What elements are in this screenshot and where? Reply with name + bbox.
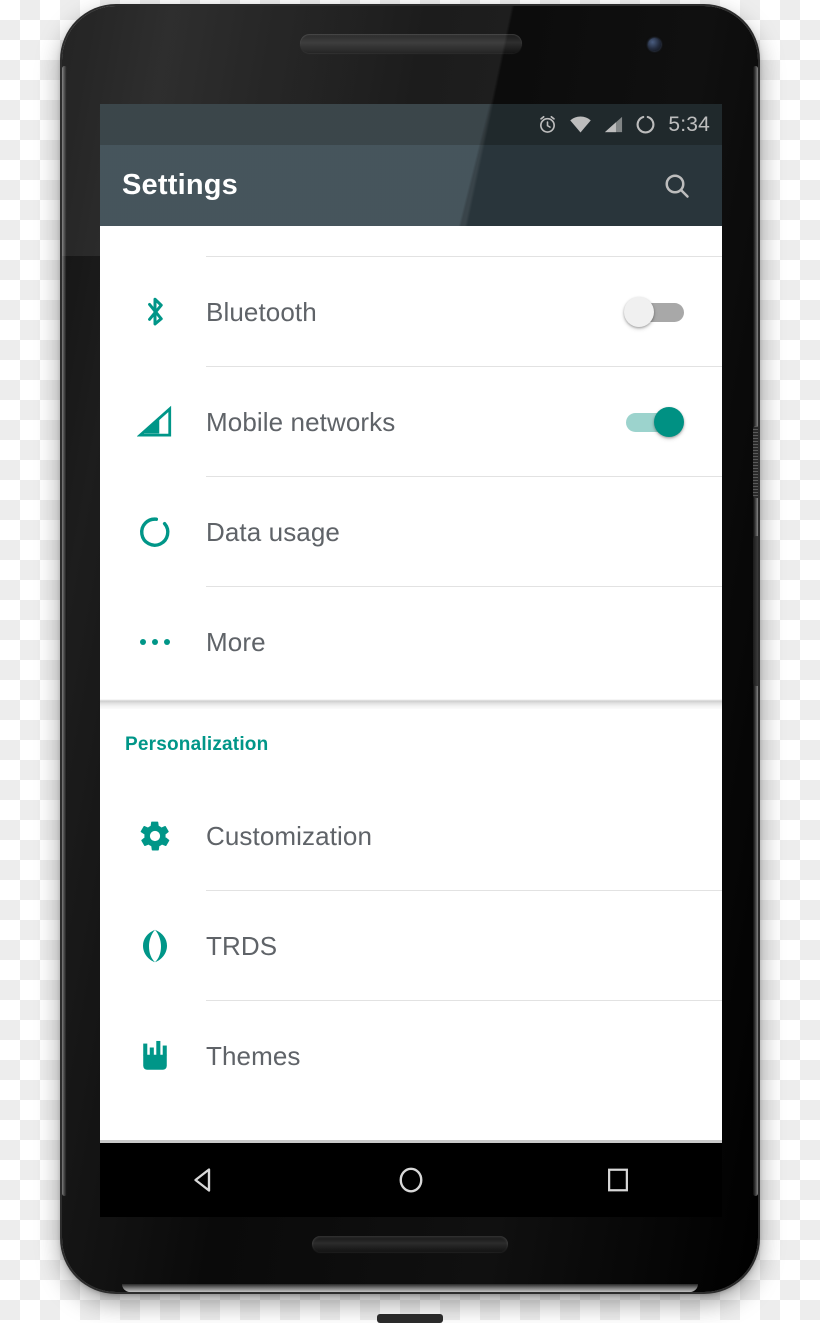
settings-list[interactable]: Wi-Fi Bluetooth [100,226,722,1143]
phone-device-frame: 5:34 Settings Wi-Fi [62,6,758,1292]
status-bar-clock: 5:34 [668,112,710,136]
cellular-signal-icon [124,405,186,439]
list-item-label: Themes [206,1040,301,1071]
bluetooth-icon [124,293,186,331]
list-item-label: TRDS [206,930,278,961]
list-item-wifi[interactable]: Wi-Fi [100,226,722,257]
search-icon[interactable] [654,163,700,209]
list-item-trds[interactable]: TRDS [100,891,722,1001]
section-header-label: Personalization [125,734,269,755]
list-item-data-usage[interactable]: Data usage [100,477,722,587]
list-item-label: Data usage [206,516,340,547]
mobile-networks-toggle[interactable] [624,407,686,437]
gear-icon [124,819,186,853]
device-bottom-edge [122,1284,698,1292]
data-usage-icon [124,515,186,549]
alarm-icon [537,114,558,135]
cellular-signal-icon [603,115,624,134]
bluetooth-toggle[interactable] [624,297,686,327]
android-navigation-bar [100,1140,722,1217]
wifi-icon [569,115,592,134]
list-item-label: Bluetooth [206,296,317,327]
phone-screen: 5:34 Settings Wi-Fi [100,104,722,1143]
volume-rocker-button[interactable] [753,536,758,686]
home-circle-icon[interactable] [368,1151,454,1209]
status-bar: 5:34 [100,104,722,145]
section-header-personalization: Personalization [100,709,722,781]
usb-port [377,1314,443,1323]
list-item-label: Mobile networks [206,406,396,437]
paint-brush-icon [124,1039,186,1073]
section-separator [100,697,722,709]
list-item-label: Customization [206,820,373,851]
bottom-speaker-grille [312,1236,508,1252]
recents-square-icon[interactable] [575,1151,661,1209]
list-item-mobile-networks[interactable]: Mobile networks [100,367,722,477]
list-item-bluetooth[interactable]: Bluetooth [100,257,722,367]
list-item-customization[interactable]: Customization [100,781,722,891]
power-button[interactable] [753,426,758,498]
more-dots-icon [124,636,186,648]
device-left-edge [62,66,67,1196]
page-title: Settings [122,169,238,201]
list-item-themes[interactable]: Themes [100,1001,722,1111]
leaf-swirl-icon [124,928,186,964]
front-camera-icon [648,38,661,51]
earpiece-speaker-grille [300,34,522,53]
app-bar: Settings [100,145,722,226]
list-item-more[interactable]: More [100,587,722,697]
back-triangle-icon[interactable] [161,1151,247,1209]
battery-circle-icon [635,114,656,135]
list-item-label: More [206,626,266,657]
